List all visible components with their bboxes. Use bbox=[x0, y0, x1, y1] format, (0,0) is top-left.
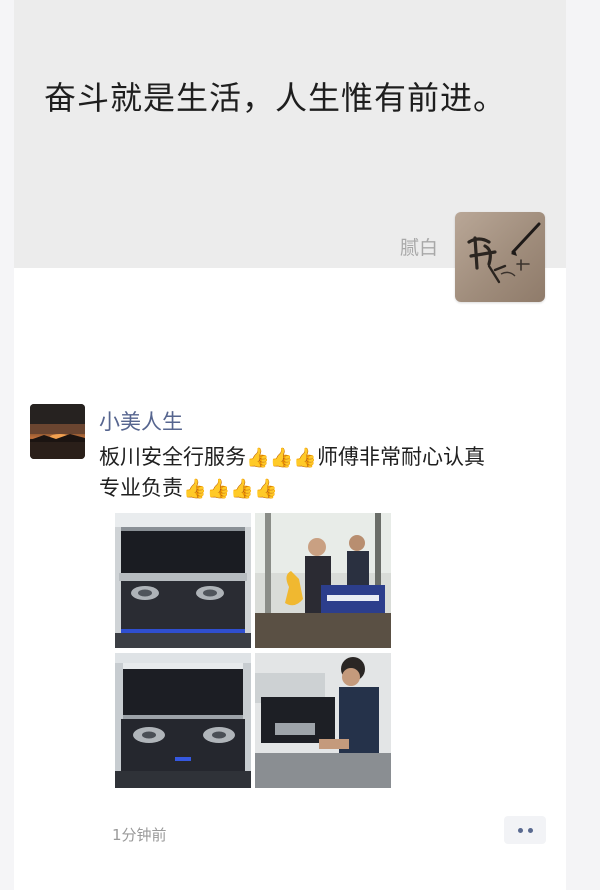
sunset-avatar-icon bbox=[30, 404, 85, 459]
range-hood-stove-photo-2[interactable] bbox=[115, 653, 251, 788]
profile-nickname[interactable]: 腻白 bbox=[400, 236, 438, 260]
right-edge-strip bbox=[566, 0, 600, 890]
thumbs-up-icon: 👍 bbox=[246, 447, 270, 469]
profile-avatar[interactable] bbox=[455, 212, 545, 302]
thumbs-up-icon: 👍 bbox=[230, 478, 255, 500]
dot bbox=[517, 827, 523, 833]
thumbs-up-icon: 👍 bbox=[269, 447, 294, 469]
post-text: 板川安全行服务👍👍👍师傅非常耐心认真 专业负责👍👍👍👍 bbox=[99, 442, 549, 504]
post-author-name[interactable]: 小美人生 bbox=[99, 408, 183, 436]
post-text-line2-prefix: 专业负责 bbox=[99, 476, 183, 500]
range-hood-stove-photo-1[interactable] bbox=[115, 513, 251, 648]
post-timestamp: 1分钟前 bbox=[112, 826, 167, 844]
dot bbox=[527, 827, 533, 833]
calligraphy-pen-icon bbox=[467, 222, 541, 284]
thumbs-up-icon: 👍 bbox=[254, 478, 278, 500]
thumbs-up-icon: 👍 bbox=[183, 478, 207, 500]
post-text-line-2: 专业负责👍👍👍👍 bbox=[99, 473, 549, 504]
post-text-line1-prefix: 板川安全行服务 bbox=[99, 445, 246, 469]
thumbs-up-icon: 👍 bbox=[293, 447, 318, 469]
technician-cleaning-photo[interactable] bbox=[255, 653, 391, 788]
profile-signature: 奋斗就是生活，人生惟有前进。 bbox=[44, 79, 507, 117]
technicians-with-banner-photo[interactable] bbox=[255, 513, 391, 648]
photo-grid bbox=[115, 513, 391, 788]
thumbs-up-icon: 👍 bbox=[206, 478, 231, 500]
more-dots-icon[interactable] bbox=[504, 816, 546, 844]
moments-page: 奋斗就是生活，人生惟有前进。 腻白 小美人生 板川安全行服务👍👍👍师傅非常耐心认… bbox=[14, 0, 566, 890]
post-text-line1-suffix: 师傅非常耐心认真 bbox=[317, 445, 486, 469]
post-author-avatar[interactable] bbox=[30, 404, 85, 459]
post-text-line-1: 板川安全行服务👍👍👍师傅非常耐心认真 bbox=[99, 442, 549, 473]
